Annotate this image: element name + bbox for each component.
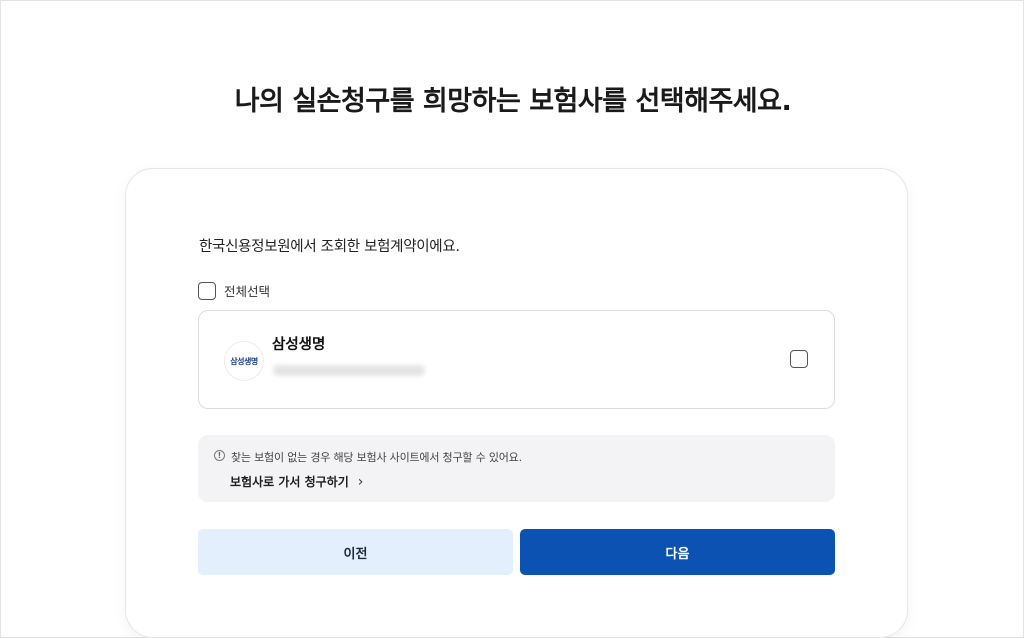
checkbox-box[interactable] <box>198 281 216 300</box>
next-button[interactable]: 다음 <box>520 529 835 575</box>
claim-at-insurer-link-label: 보험사로 가서 청구하기 <box>230 475 349 489</box>
select-all-checkbox[interactable]: 전체선택 <box>198 281 270 300</box>
insurer-logo: 삼성생명 <box>224 341 264 381</box>
insurer-select-card: 한국신용정보원에서 조회한 보험계약이에요. 전체선택 삼성생명 삼성생명 ! … <box>125 168 908 638</box>
card-subtitle: 한국신용정보원에서 조회한 보험계약이에요. <box>199 239 460 255</box>
page-frame: 나의 실손청구를 희망하는 보험사를 선택해주세요. 한국신용정보원에서 조회한… <box>0 0 1024 638</box>
prev-button[interactable]: 이전 <box>198 529 513 575</box>
select-all-label: 전체선택 <box>224 284 271 299</box>
page-title: 나의 실손청구를 희망하는 보험사를 선택해주세요. <box>234 86 792 117</box>
notice-text: 찾는 보험이 없는 경우 해당 보험사 사이트에서 청구할 수 있어요. <box>231 451 522 464</box>
chevron-right-icon: › <box>357 473 364 490</box>
notice-box: ! 찾는 보험이 없는 경우 해당 보험사 사이트에서 청구할 수 있어요. 보… <box>198 435 835 502</box>
info-icon: ! <box>214 450 225 461</box>
insurer-name: 삼성생명 <box>272 337 326 353</box>
insurer-detail-redacted <box>273 365 425 376</box>
claim-at-insurer-link[interactable]: 보험사로 가서 청구하기 › <box>230 473 363 490</box>
insurer-item-samsung-life[interactable]: 삼성생명 삼성생명 <box>198 310 835 409</box>
insurer-checkbox[interactable] <box>790 350 808 368</box>
